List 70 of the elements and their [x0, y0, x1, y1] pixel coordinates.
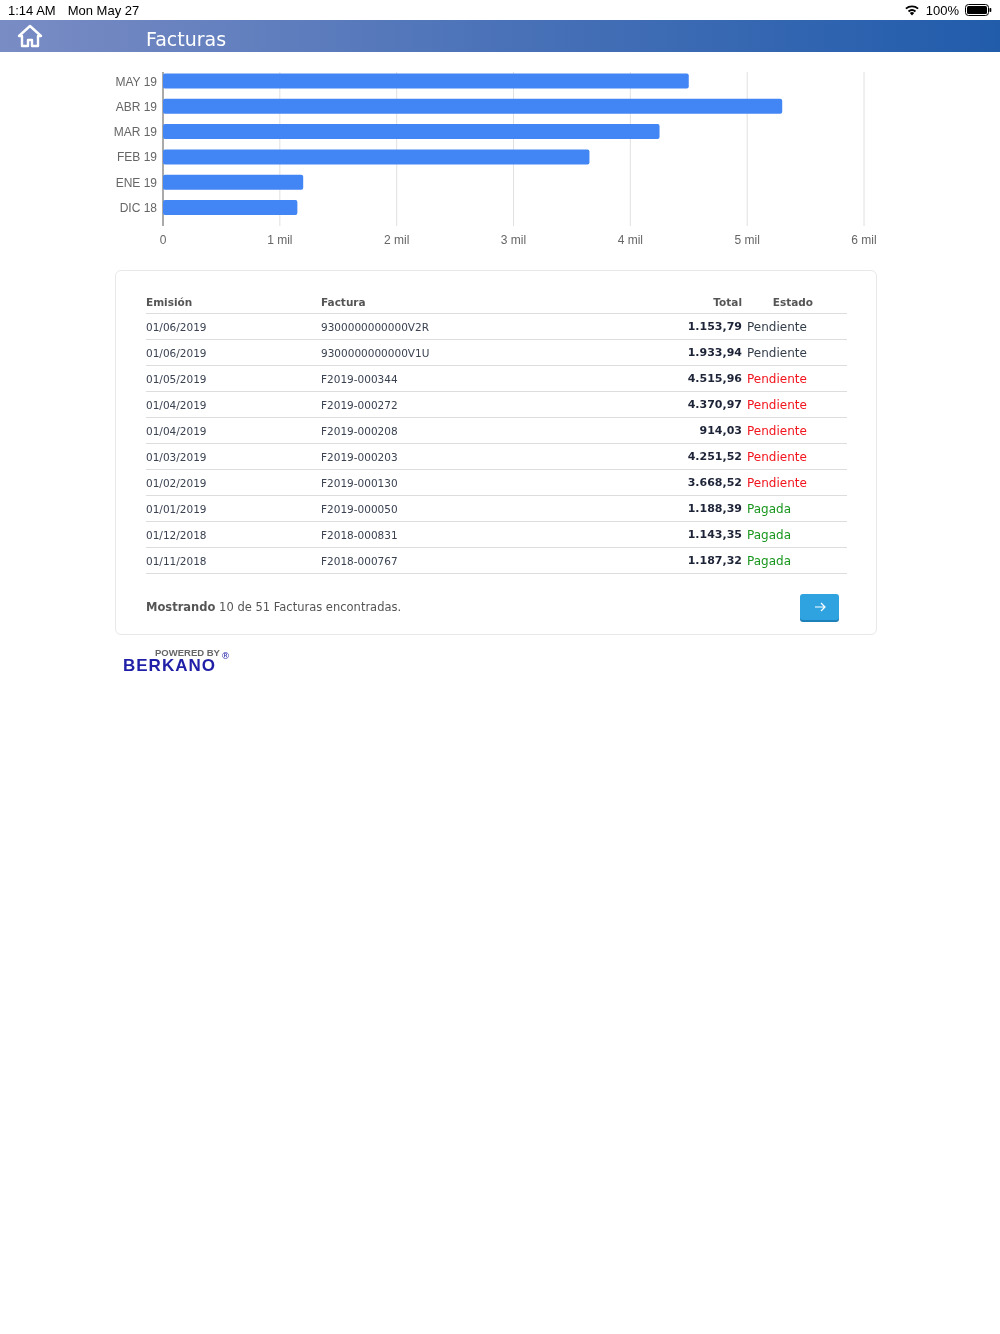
table-cell: 01/04/2019 [146, 391, 321, 418]
status-text: Pagada [747, 553, 791, 568]
table-cell: 01/06/2019 [146, 313, 321, 340]
table-cell: 01/03/2019 [146, 443, 321, 470]
table-cell: 01/12/2018 [146, 521, 321, 548]
status-text: Pendiente [747, 319, 807, 334]
table-cell: F2019-000130 [321, 469, 551, 496]
column-header: Emisión [146, 291, 321, 314]
page-title: Facturas [146, 28, 227, 50]
table-cell: 3.668,52 [551, 469, 742, 496]
status-date: Mon May 27 [67, 2, 140, 18]
table-cell: 1.143,35 [551, 521, 742, 548]
registered-mark: ® [221, 651, 230, 661]
table-cell: F2019-000272 [321, 391, 551, 418]
tick-label: 0 [159, 233, 167, 247]
arrow-icon [813, 602, 826, 612]
table-cell: 01/01/2019 [146, 495, 321, 522]
category-label: MAR 19 [113, 125, 157, 140]
next-page-button[interactable] [800, 594, 839, 620]
table-cell: F2019-000208 [321, 417, 551, 444]
table-cell: F2019-000050 [321, 495, 551, 522]
table-cell: 01/05/2019 [146, 365, 321, 392]
table-cell: 4.251,52 [551, 443, 742, 470]
category-label: ABR 19 [115, 99, 157, 114]
tick-label: 1 mil [267, 233, 293, 247]
status-text: Pendiente [747, 423, 807, 438]
tick-label: 4 mil [617, 233, 643, 247]
category-label: MAY 19 [115, 74, 157, 89]
tick-label: 2 mil [384, 233, 410, 247]
table-cell: 914,03 [551, 417, 742, 444]
status-time: 1:14 AM [8, 2, 56, 18]
table-cell: 9300000000000V1U [321, 339, 551, 366]
powered-by-text: POWERED BY [155, 647, 220, 658]
status-text: Pendiente [747, 397, 807, 412]
table-cell: 1.153,79 [551, 313, 742, 340]
battery-percent: 100% [925, 2, 959, 18]
table-cell: 4.515,96 [551, 365, 742, 392]
category-label: DIC 18 [119, 201, 157, 215]
tick-label: 3 mil [500, 233, 527, 247]
status-text: Pendiente [747, 345, 807, 360]
table-cell: 01/06/2019 [146, 339, 321, 366]
status-text: Pendiente [747, 475, 807, 490]
table-cell: F2019-000203 [321, 443, 551, 470]
table-cell: 1.187,32 [551, 547, 742, 574]
tick-label: 5 mil [734, 233, 760, 247]
results-summary: Mostrando 10 de 51 Facturas encontradas. [146, 600, 402, 614]
status-text: Pendiente [747, 371, 807, 386]
status-text: Pagada [747, 527, 791, 542]
category-label: ENE 19 [115, 175, 157, 190]
category-label: FEB 19 [116, 150, 157, 165]
table-cell: F2018-000831 [321, 521, 551, 548]
column-header: Total [551, 291, 742, 314]
table-cell: 4.370,97 [551, 391, 742, 418]
status-text: Pagada [747, 501, 791, 516]
tick-label: 6 mil [851, 233, 877, 247]
column-header: Estado [742, 291, 847, 314]
table-cell: 1.188,39 [551, 495, 742, 522]
table-cell: F2019-000344 [321, 365, 551, 392]
battery-icon [965, 4, 992, 16]
status-text: Pendiente [747, 449, 807, 464]
table-cell: 1.933,94 [551, 339, 742, 366]
home-icon[interactable] [17, 24, 43, 48]
wifi-icon [903, 4, 920, 16]
table-cell: 9300000000000V2R [321, 313, 551, 340]
table-cell: 01/02/2019 [146, 469, 321, 496]
table-cell: 01/04/2019 [146, 417, 321, 444]
table-cell: 01/11/2018 [146, 547, 321, 574]
table-cell: F2018-000767 [321, 547, 551, 574]
column-header: Factura [321, 291, 551, 314]
logo-text: BERKANO [123, 656, 216, 676]
